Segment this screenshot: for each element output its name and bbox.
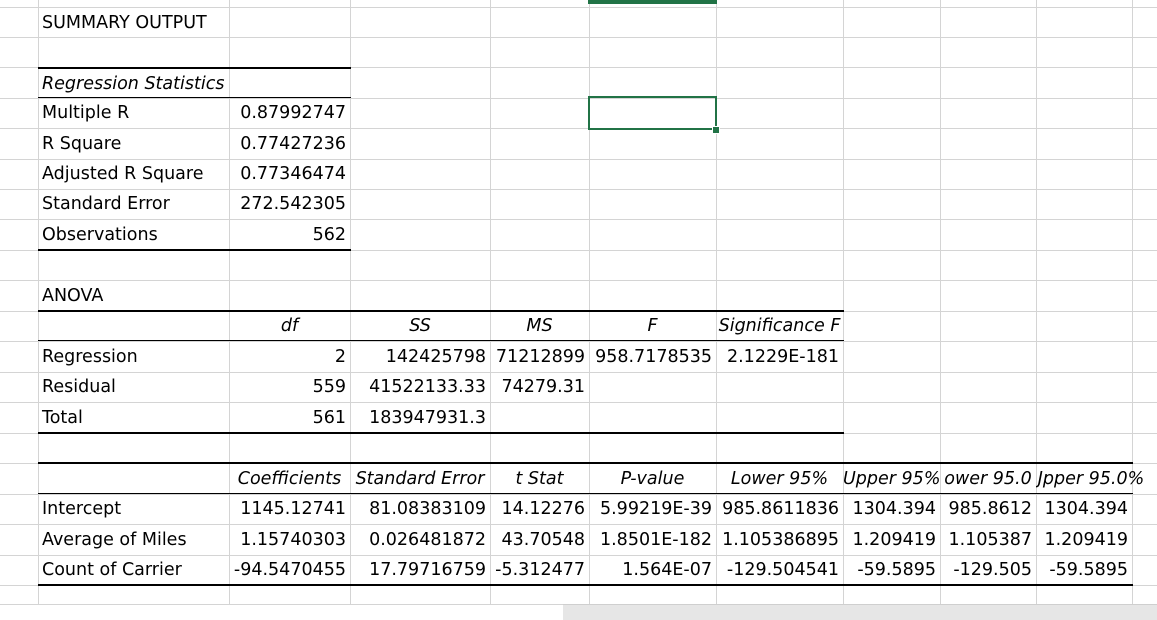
- anova-cell[interactable]: 71212899: [490, 342, 589, 372]
- regression-statistics-header[interactable]: Regression Statistics: [38, 69, 229, 99]
- coef-cell[interactable]: -94.5470455: [229, 555, 350, 585]
- coef-cell[interactable]: 1145.12741: [229, 494, 350, 524]
- coef-cell[interactable]: 43.70548: [490, 525, 589, 555]
- stat-value[interactable]: 562: [229, 220, 350, 250]
- anova-cell[interactable]: 958.7178535: [589, 342, 716, 372]
- coef-row-label[interactable]: Count of Carrier: [38, 555, 229, 585]
- coef-header[interactable]: Coefficients: [229, 464, 350, 494]
- anova-cell[interactable]: 559: [229, 372, 350, 402]
- anova-header-ms[interactable]: MS: [490, 311, 589, 341]
- coef-row-label[interactable]: Intercept: [38, 494, 229, 524]
- coef-cell[interactable]: 985.8611836: [716, 494, 843, 524]
- coef-cell[interactable]: 14.12276: [490, 494, 589, 524]
- coef-cell[interactable]: 5.99219E-39: [589, 494, 716, 524]
- coef-cell[interactable]: -59.5895: [843, 555, 940, 585]
- coef-cell[interactable]: 985.8612: [940, 494, 1036, 524]
- anova-cell[interactable]: 41522133.33: [350, 372, 490, 402]
- coef-header[interactable]: Lower 95%: [716, 464, 843, 494]
- stat-value[interactable]: 0.77427236: [229, 129, 350, 159]
- anova-cell[interactable]: 142425798: [350, 342, 490, 372]
- anova-header-significance-f[interactable]: Significance F: [716, 311, 843, 341]
- coef-header[interactable]: Upper 95%: [843, 464, 940, 494]
- spreadsheet-grid[interactable]: SUMMARY OUTPUT Regression Statistics Mul…: [0, 0, 1157, 619]
- anova-cell[interactable]: 561: [229, 403, 350, 433]
- coef-header[interactable]: Standard Error: [350, 464, 490, 494]
- coef-header[interactable]: t Stat: [490, 464, 589, 494]
- coef-cell[interactable]: -129.504541: [716, 555, 843, 585]
- anova-cell[interactable]: 74279.31: [490, 372, 589, 402]
- coef-cell[interactable]: 1.209419: [843, 525, 940, 555]
- anova-row-label[interactable]: Residual: [38, 372, 229, 402]
- coef-cell[interactable]: 1304.394: [1036, 494, 1132, 524]
- anova-header-df[interactable]: df: [229, 311, 350, 341]
- stat-value[interactable]: 0.77346474: [229, 159, 350, 189]
- summary-title[interactable]: SUMMARY OUTPUT: [38, 8, 229, 38]
- coef-cell[interactable]: 17.79716759: [350, 555, 490, 585]
- horizontal-scrollbar[interactable]: [563, 604, 1157, 620]
- coef-cell[interactable]: 1.15740303: [229, 525, 350, 555]
- stat-label[interactable]: Adjusted R Square: [38, 159, 229, 189]
- anova-title[interactable]: ANOVA: [38, 281, 229, 311]
- stat-value[interactable]: 0.87992747: [229, 98, 350, 128]
- stat-label[interactable]: Multiple R: [38, 98, 229, 128]
- coef-header[interactable]: P-value: [589, 464, 716, 494]
- coef-cell[interactable]: 1.564E-07: [589, 555, 716, 585]
- sheet-bottom-edge: [0, 604, 563, 620]
- stat-label[interactable]: Observations: [38, 220, 229, 250]
- stat-label[interactable]: R Square: [38, 129, 229, 159]
- coef-cell[interactable]: 0.026481872: [350, 525, 490, 555]
- anova-cell[interactable]: 183947931.3: [350, 403, 490, 433]
- fill-handle[interactable]: [712, 126, 720, 134]
- gridline: [1132, 0, 1133, 604]
- coef-cell[interactable]: 1.105386895: [716, 525, 843, 555]
- selected-cell[interactable]: [588, 96, 717, 130]
- anova-header-ss[interactable]: SS: [350, 311, 490, 341]
- anova-cell[interactable]: 2: [229, 342, 350, 372]
- coef-cell[interactable]: 81.08383109: [350, 494, 490, 524]
- coef-cell[interactable]: -129.505: [940, 555, 1036, 585]
- column-header-selected: [588, 0, 717, 4]
- stat-label[interactable]: Standard Error: [38, 189, 229, 219]
- coef-header[interactable]: ower 95.0: [940, 464, 1036, 494]
- coef-cell[interactable]: -59.5895: [1036, 555, 1132, 585]
- anova-row-label[interactable]: Regression: [38, 342, 229, 372]
- coef-header[interactable]: Jpper 95.0%: [1036, 464, 1146, 494]
- anova-cell[interactable]: 2.1229E-181: [716, 342, 843, 372]
- coef-cell[interactable]: -5.312477: [490, 555, 589, 585]
- coef-cell[interactable]: 1304.394: [843, 494, 940, 524]
- coef-cell[interactable]: 1.8501E-182: [589, 525, 716, 555]
- coef-cell[interactable]: 1.105387: [940, 525, 1036, 555]
- anova-row-label[interactable]: Total: [38, 403, 229, 433]
- anova-header-f[interactable]: F: [589, 311, 716, 341]
- stat-value[interactable]: 272.542305: [229, 189, 350, 219]
- coef-row-label[interactable]: Average of Miles: [38, 525, 229, 555]
- coef-cell[interactable]: 1.209419: [1036, 525, 1132, 555]
